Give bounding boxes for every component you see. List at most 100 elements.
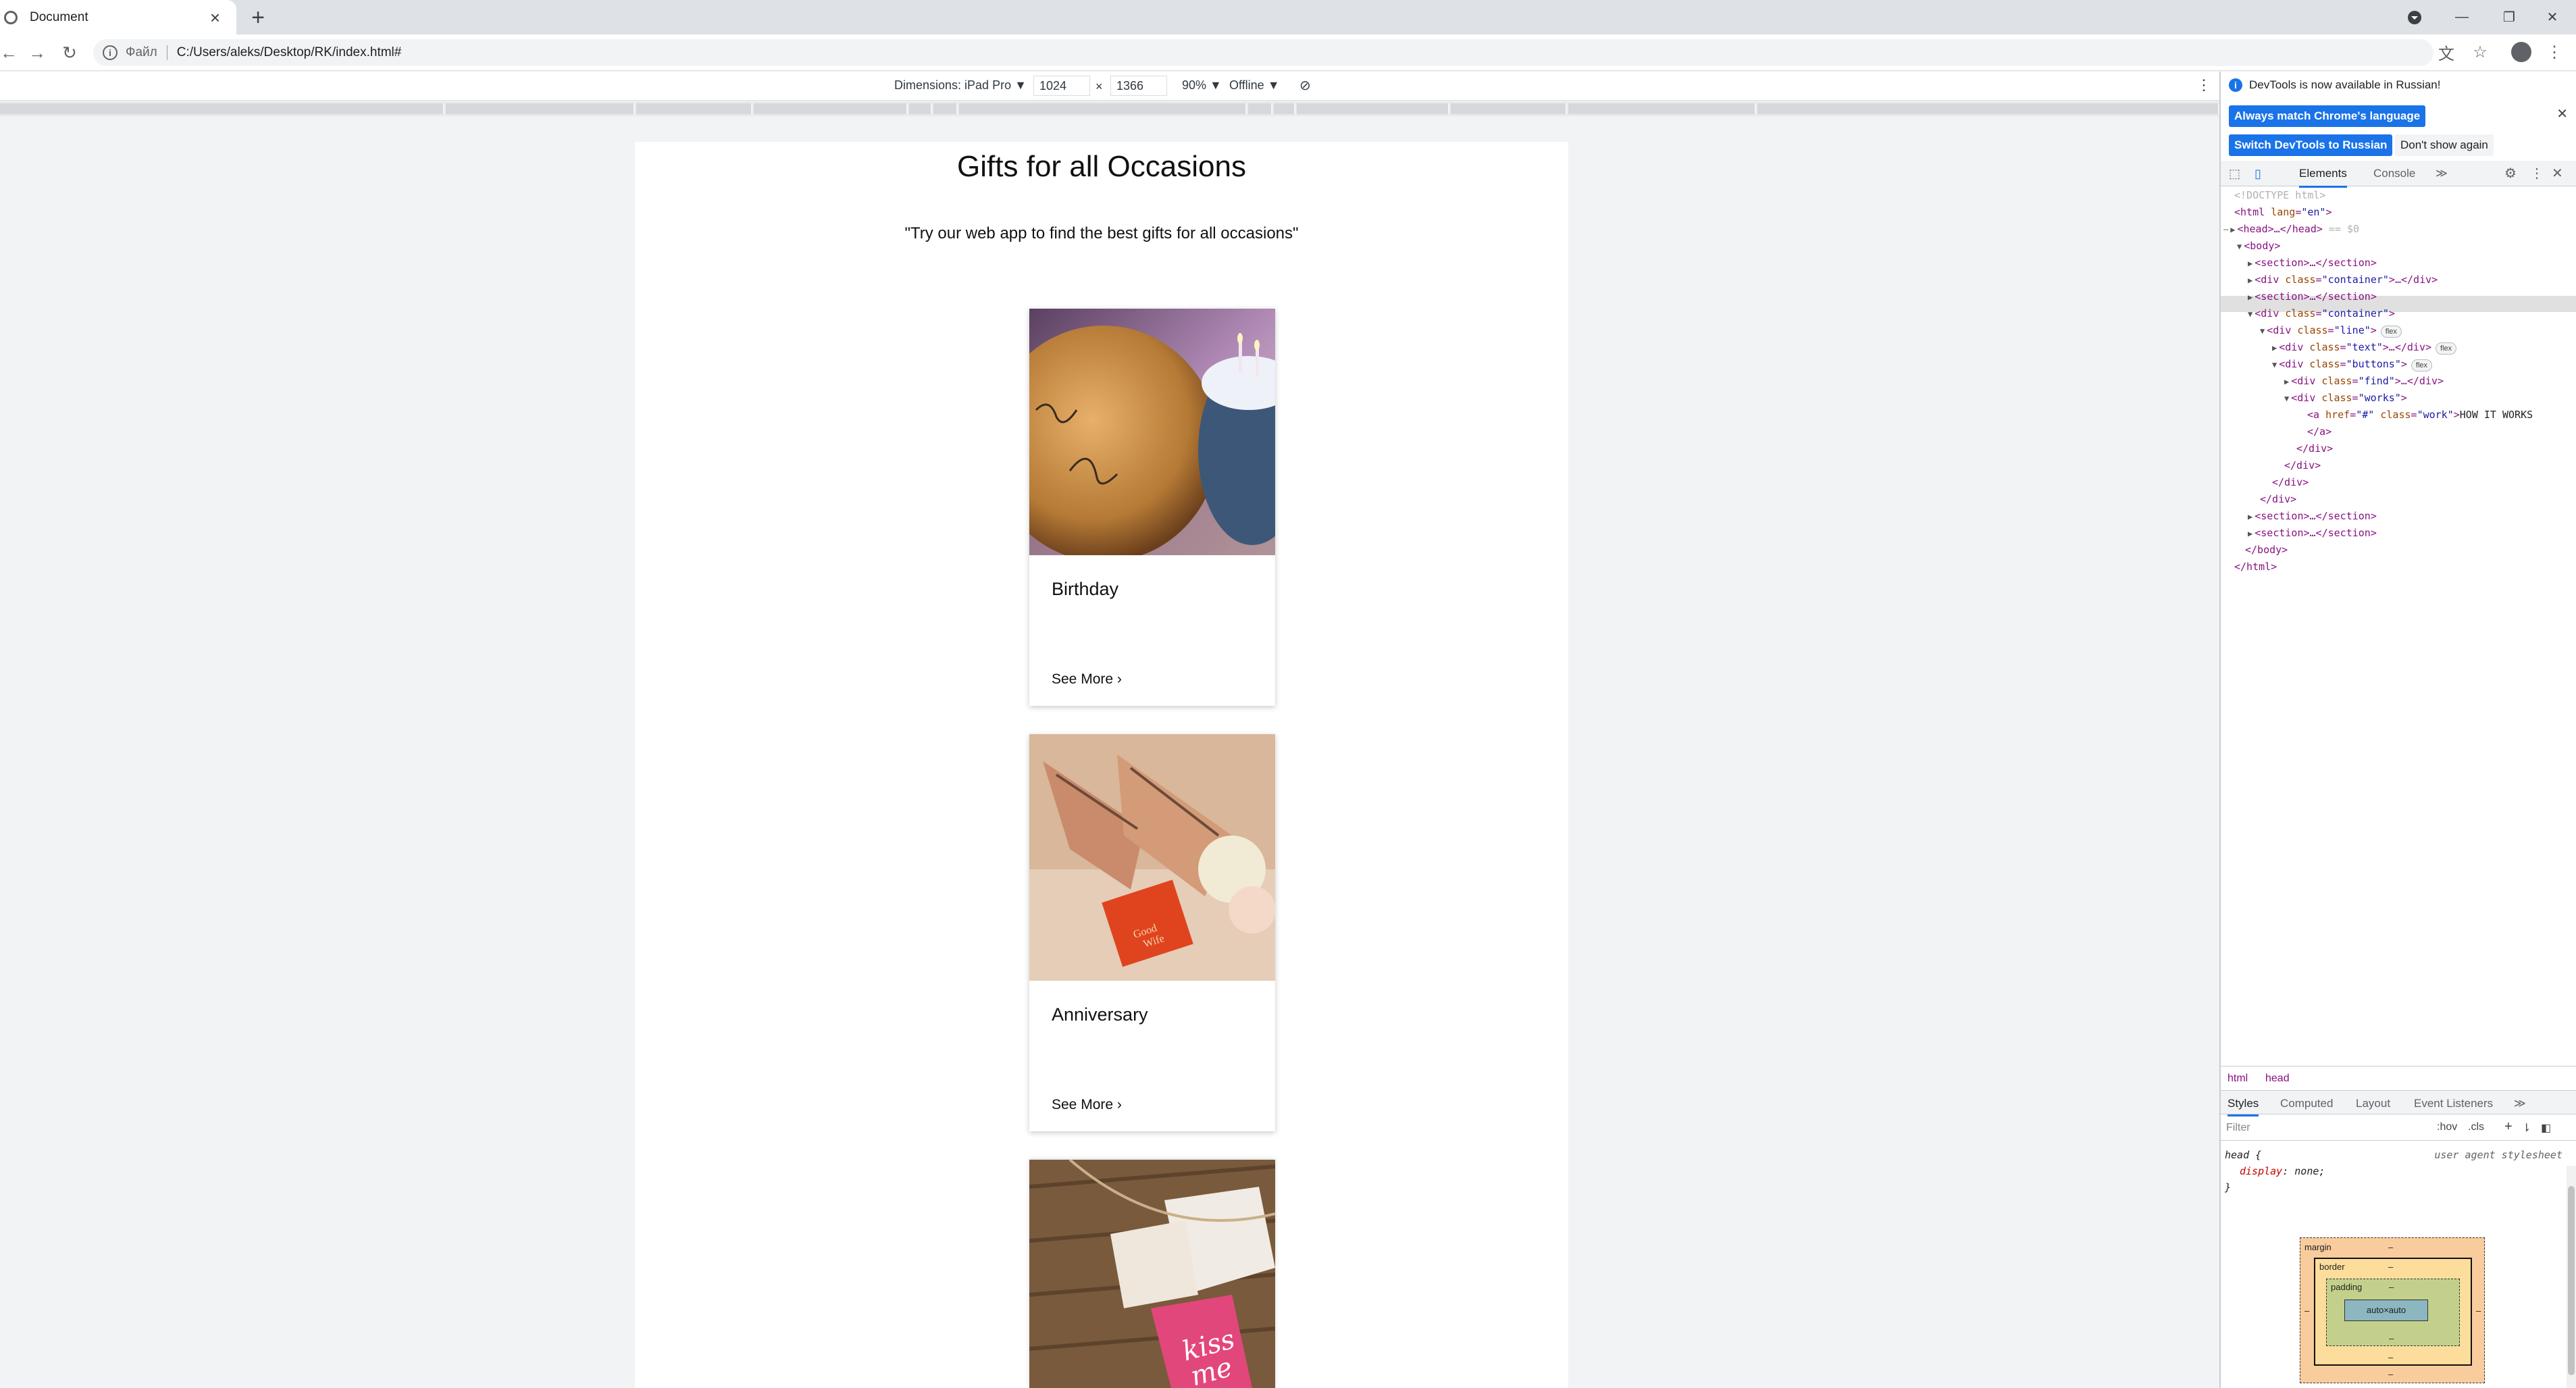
url-text[interactable]: C:/Users/aleks/Desktop/RK/index.html#	[177, 45, 402, 60]
hov-toggle[interactable]: :hov	[2437, 1121, 2457, 1133]
ruler-segment[interactable]	[1451, 103, 1567, 114]
cls-toggle[interactable]: .cls	[2468, 1121, 2484, 1133]
forward-icon[interactable]: →	[24, 40, 50, 66]
dom-node[interactable]: </div>	[2260, 492, 2296, 507]
margin-right-value[interactable]: –	[2476, 1306, 2481, 1316]
computed-sidebar-toggle-icon[interactable]: ◧	[2541, 1121, 2551, 1135]
gift-card-valentine[interactable]: kiss me	[1029, 1160, 1275, 1388]
ruler-segment[interactable]	[1274, 103, 1295, 114]
rule-declaration[interactable]: display: none;	[2225, 1163, 2562, 1179]
dom-node[interactable]: ▶ <section>…</section>	[2248, 255, 2377, 271]
close-banner-icon[interactable]: ✕	[2556, 105, 2568, 122]
crumb-html[interactable]: html	[2227, 1073, 2248, 1085]
dom-node[interactable]: <!DOCTYPE html>	[2234, 188, 2325, 203]
dom-node[interactable]: </a>	[2307, 424, 2332, 439]
margin-top-value[interactable]: –	[2388, 1242, 2393, 1252]
margin-bottom-value[interactable]: –	[2388, 1369, 2393, 1379]
styles-scrollbar-thumb[interactable]	[2568, 1186, 2575, 1375]
match-language-button[interactable]: Always match Chrome's language	[2229, 105, 2426, 127]
tab-search-icon[interactable]	[2391, 0, 2438, 34]
dom-node[interactable]: </div>	[2284, 458, 2321, 473]
see-more-link[interactable]: See More ›	[1052, 1097, 1122, 1113]
dom-node[interactable]: ▶ <section>…</section>	[2248, 525, 2377, 541]
address-bar[interactable]: i Файл C:/Users/aleks/Desktop/RK/index.h…	[93, 39, 2433, 66]
switch-language-button[interactable]: Switch DevTools to Russian	[2229, 134, 2393, 156]
minimize-icon[interactable]: —	[2438, 0, 2485, 34]
ruler-segment[interactable]	[909, 103, 932, 114]
dom-node[interactable]: </html>	[2234, 559, 2277, 574]
gift-card-anniversary[interactable]: Good Wife Anniversary See More ›	[1029, 734, 1275, 1131]
tab-console[interactable]: Console	[2373, 167, 2415, 180]
width-input[interactable]: 1024	[1033, 76, 1090, 96]
close-window-icon[interactable]: ✕	[2529, 0, 2576, 34]
restore-icon[interactable]: ❐	[2485, 0, 2533, 34]
dom-node[interactable]: </div>	[2272, 475, 2309, 490]
profile-avatar-icon[interactable]	[2511, 42, 2531, 62]
ruler-segment[interactable]	[754, 103, 908, 114]
border-top-value[interactable]: –	[2388, 1262, 2393, 1272]
dom-node[interactable]: </body>	[2245, 542, 2288, 557]
tab-layout[interactable]: Layout	[2356, 1097, 2390, 1110]
ruler-segment[interactable]	[1297, 103, 1449, 114]
height-input[interactable]: 1366	[1110, 76, 1167, 96]
throttle-select[interactable]: Offline ▼	[1229, 78, 1280, 93]
more-tabs-icon[interactable]: ≫	[2436, 167, 2448, 180]
ruler-segment[interactable]	[933, 103, 958, 114]
dom-node[interactable]: ▶ <section>…</section>	[2248, 509, 2377, 524]
dom-node[interactable]: ▶ <section>…</section>	[2248, 289, 2377, 305]
ruler-segment[interactable]	[0, 103, 444, 114]
back-icon[interactable]: ←	[0, 40, 22, 66]
ruler-segment[interactable]	[1757, 103, 2219, 114]
ruler-segment[interactable]	[1248, 103, 1272, 114]
rotate-icon[interactable]: ⊘	[1299, 77, 1311, 94]
more-tabs-icon[interactable]: ≫	[2514, 1097, 2526, 1110]
close-tab-icon[interactable]: ×	[210, 7, 220, 28]
padding-top-value[interactable]: –	[2389, 1282, 2394, 1292]
zoom-select[interactable]: 90% ▼	[1182, 78, 1222, 93]
dom-node[interactable]: ▼ <body>	[2237, 238, 2280, 254]
flex-badge[interactable]: flex	[2436, 342, 2457, 355]
dom-node[interactable]: ▶ <div class="text">…</div> flex	[2272, 340, 2457, 355]
see-more-link[interactable]: See More ›	[1052, 671, 1122, 688]
tab-event-listeners[interactable]: Event Listeners	[2414, 1097, 2493, 1110]
dom-node[interactable]: ▼ <div class="line"> flex	[2260, 323, 2402, 338]
new-tab-button[interactable]: +	[244, 4, 272, 31]
device-dimensions-select[interactable]: Dimensions: iPad Pro ▼	[894, 78, 1027, 93]
settings-gear-icon[interactable]: ⚙	[2504, 165, 2517, 182]
dom-node-head[interactable]: ⋯ ▶ <head>…</head> == $0	[2223, 222, 2359, 237]
filter-input[interactable]: Filter	[2226, 1122, 2250, 1134]
reload-icon[interactable]: ↻	[57, 40, 82, 66]
devtools-menu-icon[interactable]: ⋮	[2530, 165, 2544, 182]
close-devtools-icon[interactable]: ✕	[2552, 165, 2563, 182]
dom-node[interactable]: ▼ <div class="container">	[2248, 306, 2395, 322]
tab-styles[interactable]: Styles	[2227, 1097, 2259, 1116]
dom-node[interactable]: ▶ <div class="find">…</div>	[2284, 374, 2444, 389]
border-bottom-value[interactable]: –	[2388, 1352, 2393, 1362]
dom-node[interactable]: <a href="#" class="work">HOW IT WORKS	[2307, 407, 2533, 422]
inspect-element-icon[interactable]: ⬚	[2229, 167, 2240, 181]
flex-badge[interactable]: flex	[2380, 326, 2402, 338]
gift-card-birthday[interactable]: Birthday See More ›	[1029, 309, 1275, 706]
flex-badge[interactable]: flex	[2411, 359, 2433, 371]
box-content[interactable]: auto×auto	[2344, 1300, 2428, 1321]
add-rule-icon[interactable]: +	[2504, 1119, 2513, 1135]
ruler-segment[interactable]	[636, 103, 752, 114]
dom-node[interactable]: <html lang="en">	[2234, 205, 2332, 220]
browser-tab[interactable]: Document ×	[0, 0, 236, 34]
info-icon[interactable]: i	[103, 45, 118, 60]
padding-bottom-value[interactable]: –	[2389, 1333, 2394, 1343]
tab-elements[interactable]: Elements	[2299, 167, 2347, 188]
device-toolbar-menu-icon[interactable]: ⋮	[2196, 76, 2211, 94]
ruler-segment[interactable]	[446, 103, 635, 114]
crumb-head[interactable]: head	[2265, 1073, 2290, 1085]
margin-left-value[interactable]: –	[2304, 1306, 2309, 1316]
device-toggle-icon[interactable]: ▯	[2255, 167, 2261, 181]
dont-show-again-button[interactable]: Don't show again	[2395, 134, 2494, 156]
dom-node[interactable]: </div>	[2296, 441, 2333, 456]
media-query-ruler[interactable]	[0, 101, 2219, 116]
rule-menu-icon[interactable]: ⇂	[2522, 1121, 2531, 1135]
translate-icon[interactable]: 文	[2434, 39, 2458, 65]
ruler-segment[interactable]	[1568, 103, 1756, 114]
tab-computed[interactable]: Computed	[2280, 1097, 2333, 1110]
dom-node[interactable]: ▶ <div class="container">…</div>	[2248, 272, 2438, 288]
